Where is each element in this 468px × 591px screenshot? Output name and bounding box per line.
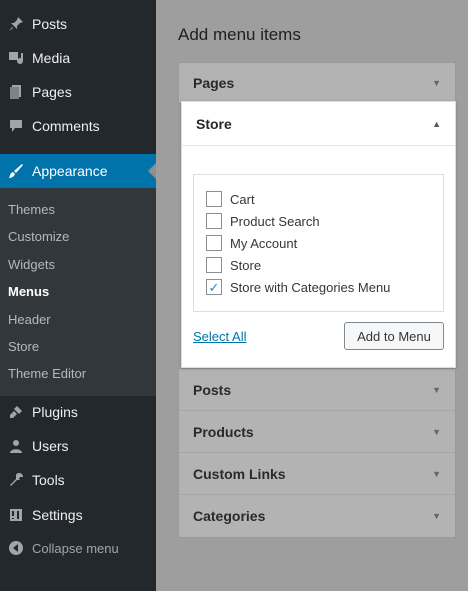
plugin-icon xyxy=(0,404,32,420)
checkbox-label: My Account xyxy=(230,235,298,251)
checkbox-checked[interactable]: ✓ xyxy=(206,279,222,295)
checkbox-label: Cart xyxy=(230,191,255,207)
users-icon xyxy=(0,438,32,454)
caret-down-icon: ▼ xyxy=(432,78,441,88)
sidebar-item-tools[interactable]: Tools xyxy=(0,463,156,497)
admin-sidebar: Posts Media Pages Comments Appearance Th… xyxy=(0,0,156,591)
caret-up-icon: ▲ xyxy=(432,118,441,129)
submenu-item-customize[interactable]: Customize xyxy=(8,229,69,244)
accordion-label: Products xyxy=(193,423,254,440)
accordion-pages[interactable]: Pages ▼ xyxy=(178,62,456,104)
accordion-store: Store ▲ Cart Product Search My Account S… xyxy=(181,101,456,368)
add-to-menu-button[interactable]: Add to Menu xyxy=(344,322,444,350)
sidebar-item-label: Tools xyxy=(32,472,65,488)
caret-down-icon: ▼ xyxy=(432,511,441,521)
sidebar-item-media[interactable]: Media xyxy=(0,41,156,75)
submenu-item-store[interactable]: Store xyxy=(8,339,39,354)
settings-icon xyxy=(0,507,32,523)
sidebar-item-posts[interactable]: Posts xyxy=(0,7,156,41)
wrench-icon xyxy=(0,472,32,488)
list-item[interactable]: My Account xyxy=(206,233,297,253)
sidebar-item-label: Collapse menu xyxy=(32,540,119,556)
media-icon xyxy=(0,50,32,66)
caret-down-icon: ▼ xyxy=(432,468,441,479)
comment-icon xyxy=(0,118,32,134)
list-item[interactable]: Product Search xyxy=(206,211,320,231)
collapse-menu-button[interactable]: Collapse menu xyxy=(0,531,156,565)
sidebar-item-plugins[interactable]: Plugins xyxy=(0,395,156,429)
sidebar-item-label: Comments xyxy=(32,118,100,134)
checkbox-label: Store with Categories Menu xyxy=(230,279,391,295)
list-item[interactable]: Cart xyxy=(206,189,255,209)
sidebar-item-appearance[interactable]: Appearance xyxy=(0,154,156,188)
submenu-item-widgets[interactable]: Widgets xyxy=(8,257,55,272)
sidebar-item-label: Plugins xyxy=(32,404,78,420)
checkbox[interactable] xyxy=(206,235,222,251)
checkbox-label: Product Search xyxy=(230,213,320,229)
accordion-custom-links[interactable]: Custom Links ▼ xyxy=(179,453,455,495)
page-title: Add menu items xyxy=(178,25,301,44)
select-all-link[interactable]: Select All xyxy=(193,329,246,344)
accordion-posts[interactable]: Posts ▼ xyxy=(179,369,455,411)
paintbrush-icon xyxy=(0,163,32,179)
accordion-categories[interactable]: Categories ▼ xyxy=(179,495,455,537)
checkbox[interactable] xyxy=(206,257,222,273)
sidebar-item-label: Settings xyxy=(32,507,83,523)
list-item[interactable]: ✓ Store with Categories Menu xyxy=(206,277,390,297)
accordion-label: Pages xyxy=(193,75,235,91)
sidebar-item-label: Pages xyxy=(32,84,72,100)
sidebar-item-settings[interactable]: Settings xyxy=(0,498,156,532)
checkbox[interactable] xyxy=(206,213,222,229)
caret-down-icon: ▼ xyxy=(432,384,441,395)
sidebar-item-label: Media xyxy=(32,50,71,66)
accordion-label: Custom Links xyxy=(193,465,286,482)
sidebar-item-comments[interactable]: Comments xyxy=(0,109,156,143)
accordion-label: Store xyxy=(196,115,232,132)
submenu-item-theme-editor[interactable]: Theme Editor xyxy=(8,366,86,381)
sidebar-item-pages[interactable]: Pages xyxy=(0,75,156,109)
accordion-products[interactable]: Products ▼ xyxy=(179,411,455,453)
pin-icon xyxy=(0,16,32,32)
accordion-label: Categories xyxy=(193,508,266,524)
sidebar-item-label: Posts xyxy=(32,16,68,32)
accordion-store-header[interactable]: Store ▲ xyxy=(182,102,455,146)
sidebar-item-users[interactable]: Users xyxy=(0,429,156,463)
checkbox-label: Store xyxy=(230,257,262,273)
sidebar-item-label: Users xyxy=(32,438,69,454)
pages-icon xyxy=(0,84,32,100)
active-indicator xyxy=(148,163,156,179)
checkbox[interactable] xyxy=(206,191,222,207)
sidebar-item-label: Appearance xyxy=(32,163,108,179)
submenu-item-themes[interactable]: Themes xyxy=(8,202,55,217)
submenu-item-header[interactable]: Header xyxy=(8,312,51,327)
accordion-group-lower: Posts ▼ Products ▼ Custom Links ▼ Catego… xyxy=(178,368,456,538)
list-item[interactable]: Store xyxy=(206,255,261,275)
submenu-item-menus[interactable]: Menus xyxy=(8,284,49,299)
collapse-icon xyxy=(0,540,32,556)
store-items-list: Cart Product Search My Account Store ✓ S… xyxy=(193,174,444,312)
caret-down-icon: ▼ xyxy=(432,426,441,437)
accordion-label: Posts xyxy=(193,381,232,398)
